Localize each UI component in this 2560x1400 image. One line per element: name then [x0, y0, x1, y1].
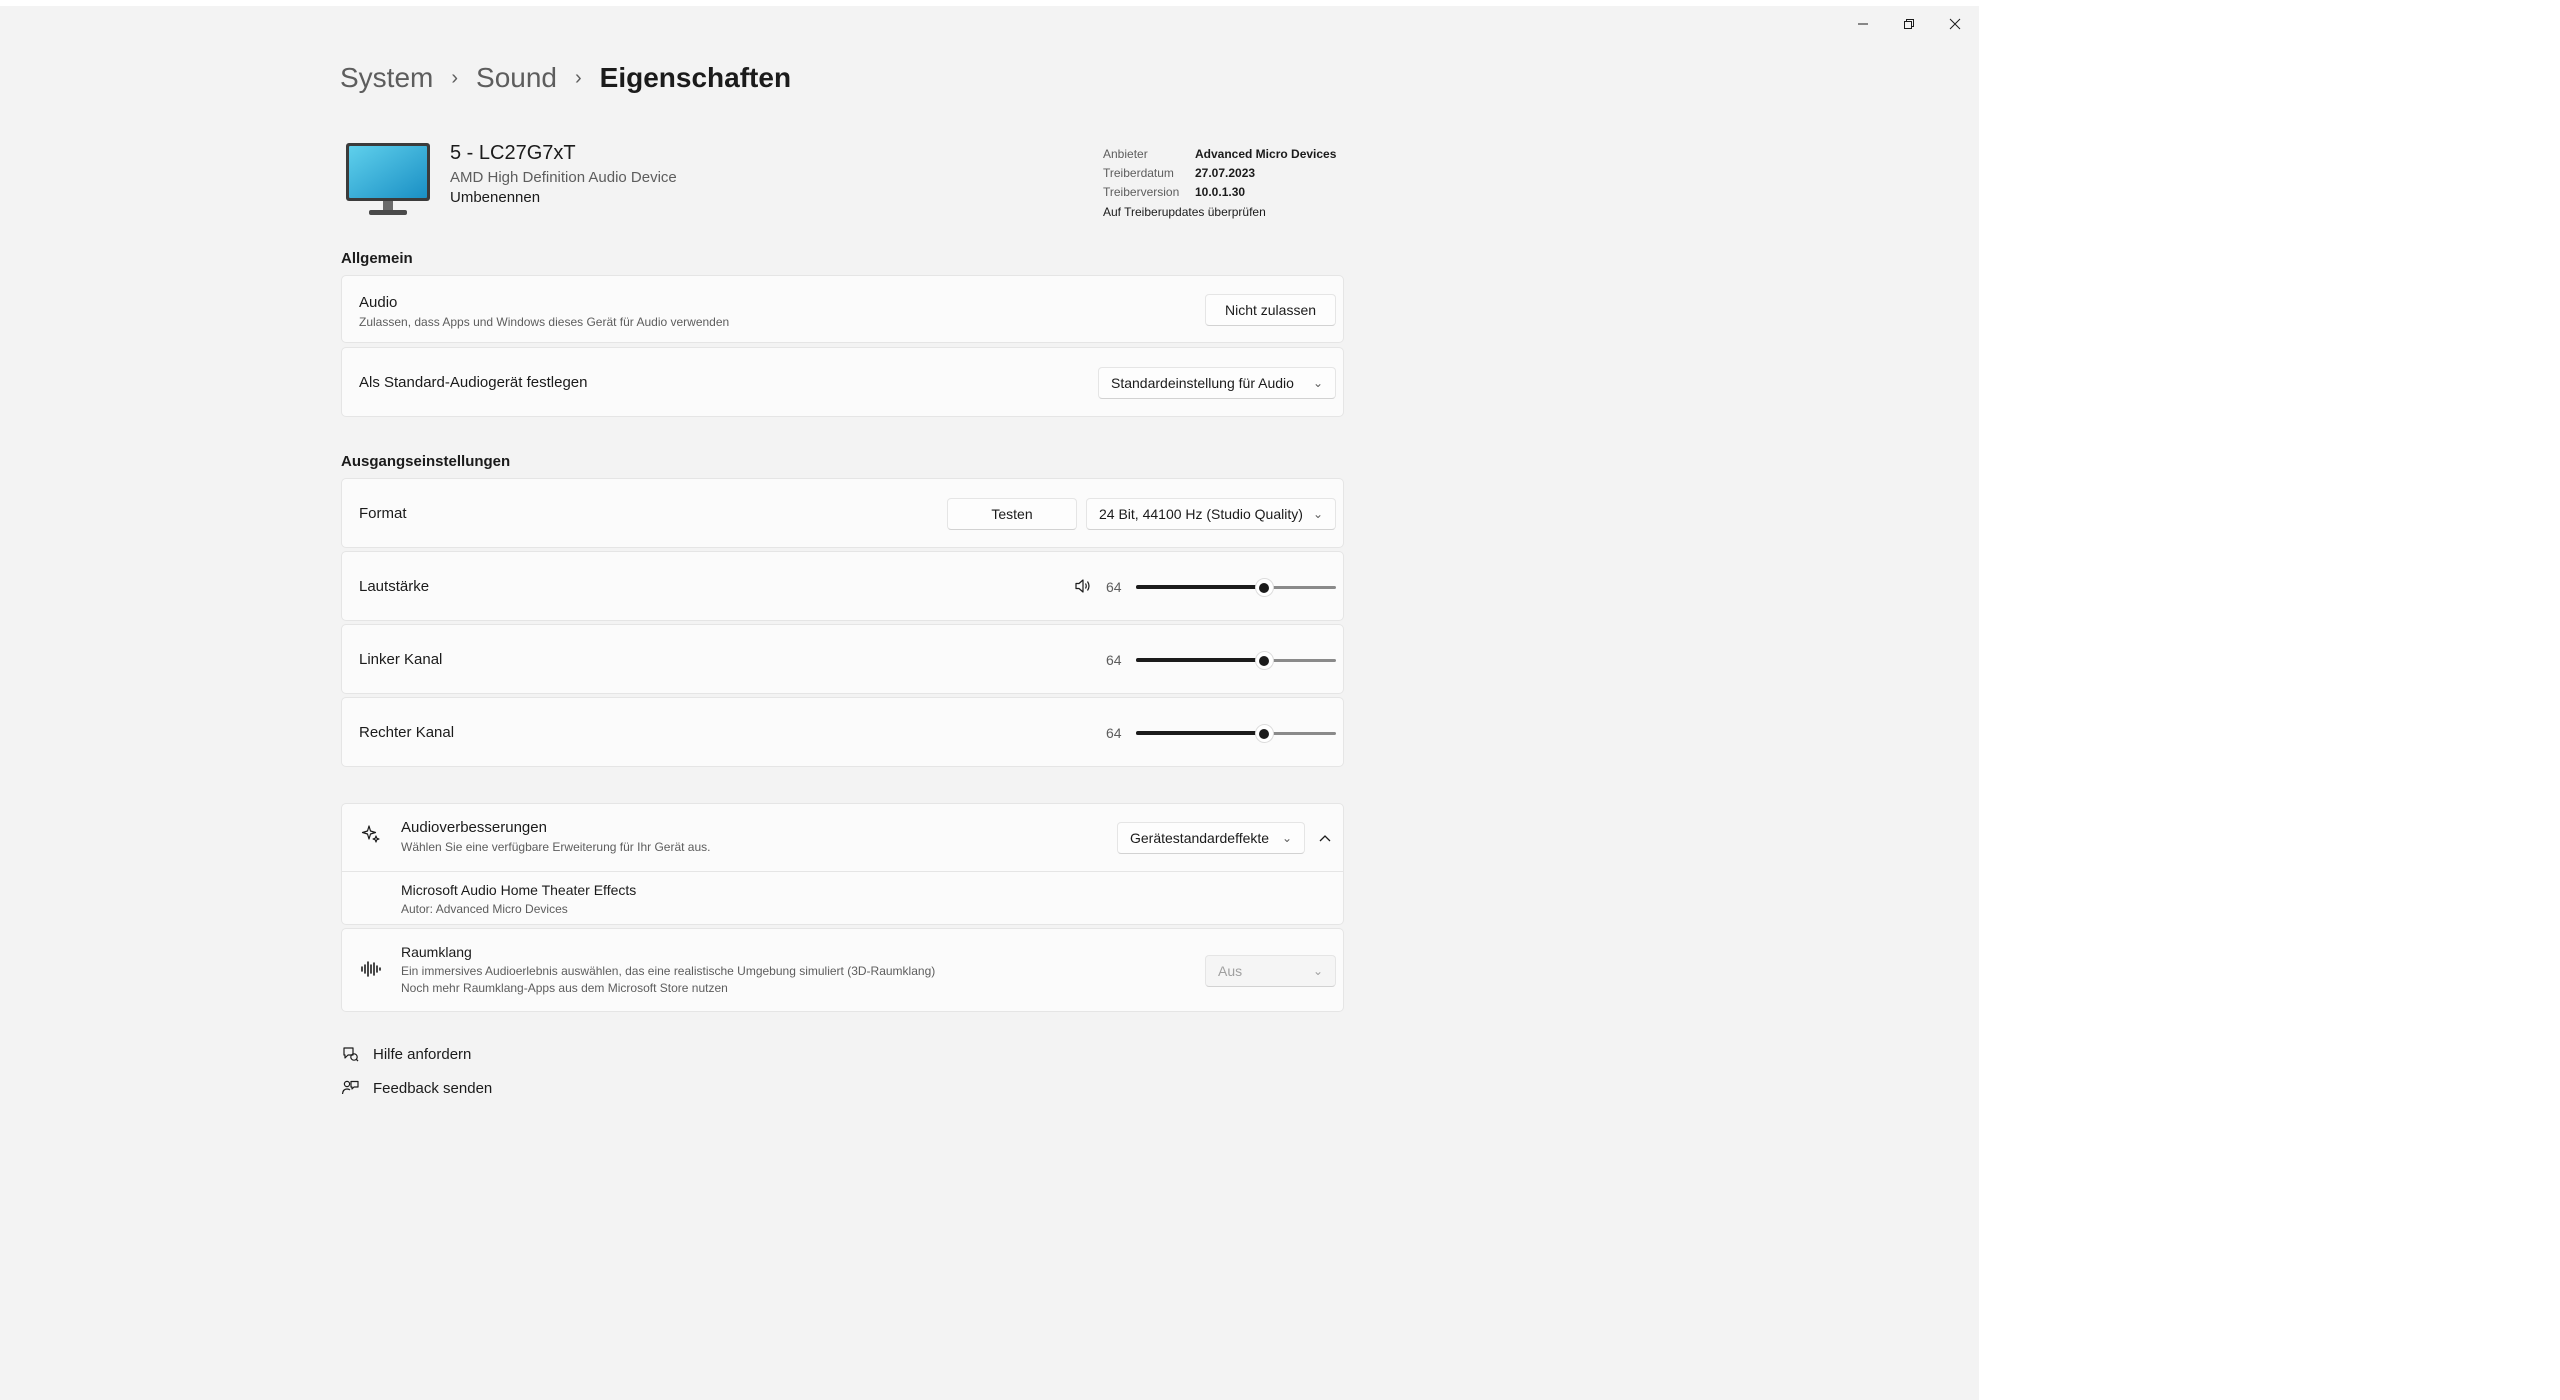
spatial-sound-dropdown[interactable]: Aus ⌄ [1205, 955, 1336, 987]
right-channel-card: Rechter Kanal 64 [341, 697, 1344, 767]
left-channel-card: Linker Kanal 64 [341, 624, 1344, 694]
minimize-icon [1858, 23, 1868, 25]
help-chat-icon [343, 1047, 359, 1062]
prop-key: Treiberdatum [1103, 165, 1174, 180]
breadcrumb-sound[interactable]: Sound [476, 62, 557, 94]
collapse-button[interactable] [1312, 822, 1338, 854]
breadcrumb-separator: › [575, 66, 582, 89]
disallow-audio-button[interactable]: Nicht zulassen [1205, 294, 1336, 326]
prop-key: Anbieter [1103, 146, 1148, 161]
store-link[interactable]: Noch mehr Raumklang-Apps aus dem Microso… [401, 981, 728, 995]
audio-card: Audio Zulassen, dass Apps und Windows di… [341, 275, 1344, 343]
feedback-icon [341, 1080, 359, 1095]
divider [342, 871, 1343, 872]
enhancements-description: Wählen Sie eine verfügbare Erweiterung f… [401, 840, 711, 854]
test-button[interactable]: Testen [947, 498, 1077, 530]
restore-button[interactable] [1886, 6, 1932, 42]
spatial-sound-description: Ein immersives Audioerlebnis auswählen, … [401, 964, 936, 978]
speaker-icon[interactable] [1073, 576, 1093, 596]
left-channel-label: Linker Kanal [359, 651, 443, 668]
breadcrumb: System › Sound › Eigenschaften [340, 62, 791, 94]
volume-slider[interactable] [1136, 572, 1336, 602]
audio-label: Audio [359, 294, 398, 311]
format-dropdown[interactable]: 24 Bit, 44100 Hz (Studio Quality) ⌄ [1086, 498, 1336, 530]
enhancements-value: Gerätestandardeffekte [1130, 830, 1270, 846]
prop-value: 27.07.2023 [1195, 165, 1256, 180]
slider-fill [1136, 658, 1264, 662]
section-title-general: Allgemein [341, 250, 413, 267]
right-channel-value: 64 [1106, 725, 1122, 741]
monitor-icon [346, 143, 430, 215]
settings-window: System › Sound › Eigenschaften 5 - LC27G… [0, 6, 1979, 1400]
prop-value: 10.0.1.30 [1195, 184, 1246, 199]
page-title: Eigenschaften [599, 62, 792, 93]
driver-properties: Anbieter Advanced Micro Devices Treiberd… [1103, 144, 1336, 221]
slider-fill [1136, 731, 1264, 735]
check-driver-updates-link[interactable]: Auf Treiberupdates überprüfen [1103, 202, 1336, 221]
slider-thumb[interactable] [1254, 578, 1274, 597]
format-value: 24 Bit, 44100 Hz (Studio Quality) [1099, 506, 1303, 522]
help-link[interactable]: Hilfe anfordern [341, 1045, 471, 1063]
slider-fill [1136, 585, 1264, 589]
prop-key: Treiberversion [1103, 184, 1180, 199]
breadcrumb-separator: › [451, 66, 459, 89]
chevron-down-icon: ⌄ [1281, 831, 1292, 845]
left-channel-slider-group: 64 [1106, 645, 1336, 675]
device-name: 5 - LC27G7xT [450, 142, 576, 164]
feedback-link[interactable]: Feedback senden [341, 1079, 492, 1097]
soundwave-icon [359, 957, 383, 981]
device-driver-name: AMD High Definition Audio Device [450, 169, 677, 186]
feedback-link-label: Feedback senden [373, 1079, 493, 1097]
prop-row-vendor: Anbieter Advanced Micro Devices [1103, 144, 1336, 163]
right-channel-label: Rechter Kanal [359, 724, 455, 741]
close-icon [1949, 18, 1961, 30]
volume-card: Lautstärke 64 [341, 551, 1344, 621]
effect-name: Microsoft Audio Home Theater Effects [401, 882, 637, 898]
effect-author: Autor: Advanced Micro Devices [401, 902, 568, 916]
default-device-card: Als Standard-Audiogerät festlegen Standa… [341, 347, 1344, 417]
sparkle-icon [359, 822, 383, 846]
spatial-sound-label: Raumklang [401, 944, 472, 960]
right-channel-slider[interactable] [1136, 718, 1336, 748]
prop-row-version: Treiberversion 10.0.1.30 [1103, 182, 1336, 201]
slider-thumb[interactable] [1254, 651, 1274, 670]
left-channel-slider[interactable] [1136, 645, 1336, 675]
default-device-value: Standardeinstellung für Audio [1111, 375, 1294, 391]
format-card: Format Testen 24 Bit, 44100 Hz (Studio Q… [341, 478, 1344, 548]
right-channel-slider-group: 64 [1106, 718, 1336, 748]
left-channel-value: 64 [1106, 652, 1122, 668]
slider-thumb[interactable] [1254, 724, 1274, 743]
volume-value: 64 [1106, 579, 1122, 595]
format-label: Format [359, 505, 407, 522]
default-device-label: Als Standard-Audiogerät festlegen [359, 374, 588, 391]
section-title-output: Ausgangseinstellungen [341, 453, 511, 470]
enhancements-label: Audioverbesserungen [401, 819, 547, 836]
audio-description: Zulassen, dass Apps und Windows dieses G… [359, 315, 730, 329]
volume-label: Lautstärke [359, 578, 430, 595]
chevron-down-icon: ⌄ [1312, 964, 1323, 978]
chevron-up-icon [1319, 835, 1331, 842]
minimize-button[interactable] [1840, 6, 1886, 42]
breadcrumb-system[interactable]: System [340, 62, 433, 94]
spatial-sound-value: Aus [1218, 963, 1243, 979]
prop-row-date: Treiberdatum 27.07.2023 [1103, 163, 1336, 182]
chevron-down-icon: ⌄ [1312, 507, 1323, 521]
spatial-sound-card: Raumklang Ein immersives Audioerlebnis a… [341, 928, 1344, 1012]
enhancements-card: Audioverbesserungen Wählen Sie eine verf… [341, 803, 1344, 925]
prop-value: Advanced Micro Devices [1195, 146, 1337, 161]
default-device-dropdown[interactable]: Standardeinstellung für Audio ⌄ [1098, 367, 1336, 399]
enhancements-dropdown[interactable]: Gerätestandardeffekte ⌄ [1117, 822, 1305, 854]
rename-link[interactable]: Umbenennen [450, 189, 540, 206]
restore-icon [1904, 19, 1914, 29]
close-button[interactable] [1932, 6, 1978, 42]
volume-slider-group: 64 [1106, 572, 1336, 602]
chevron-down-icon: ⌄ [1312, 376, 1323, 390]
help-link-label: Hilfe anfordern [373, 1045, 472, 1063]
